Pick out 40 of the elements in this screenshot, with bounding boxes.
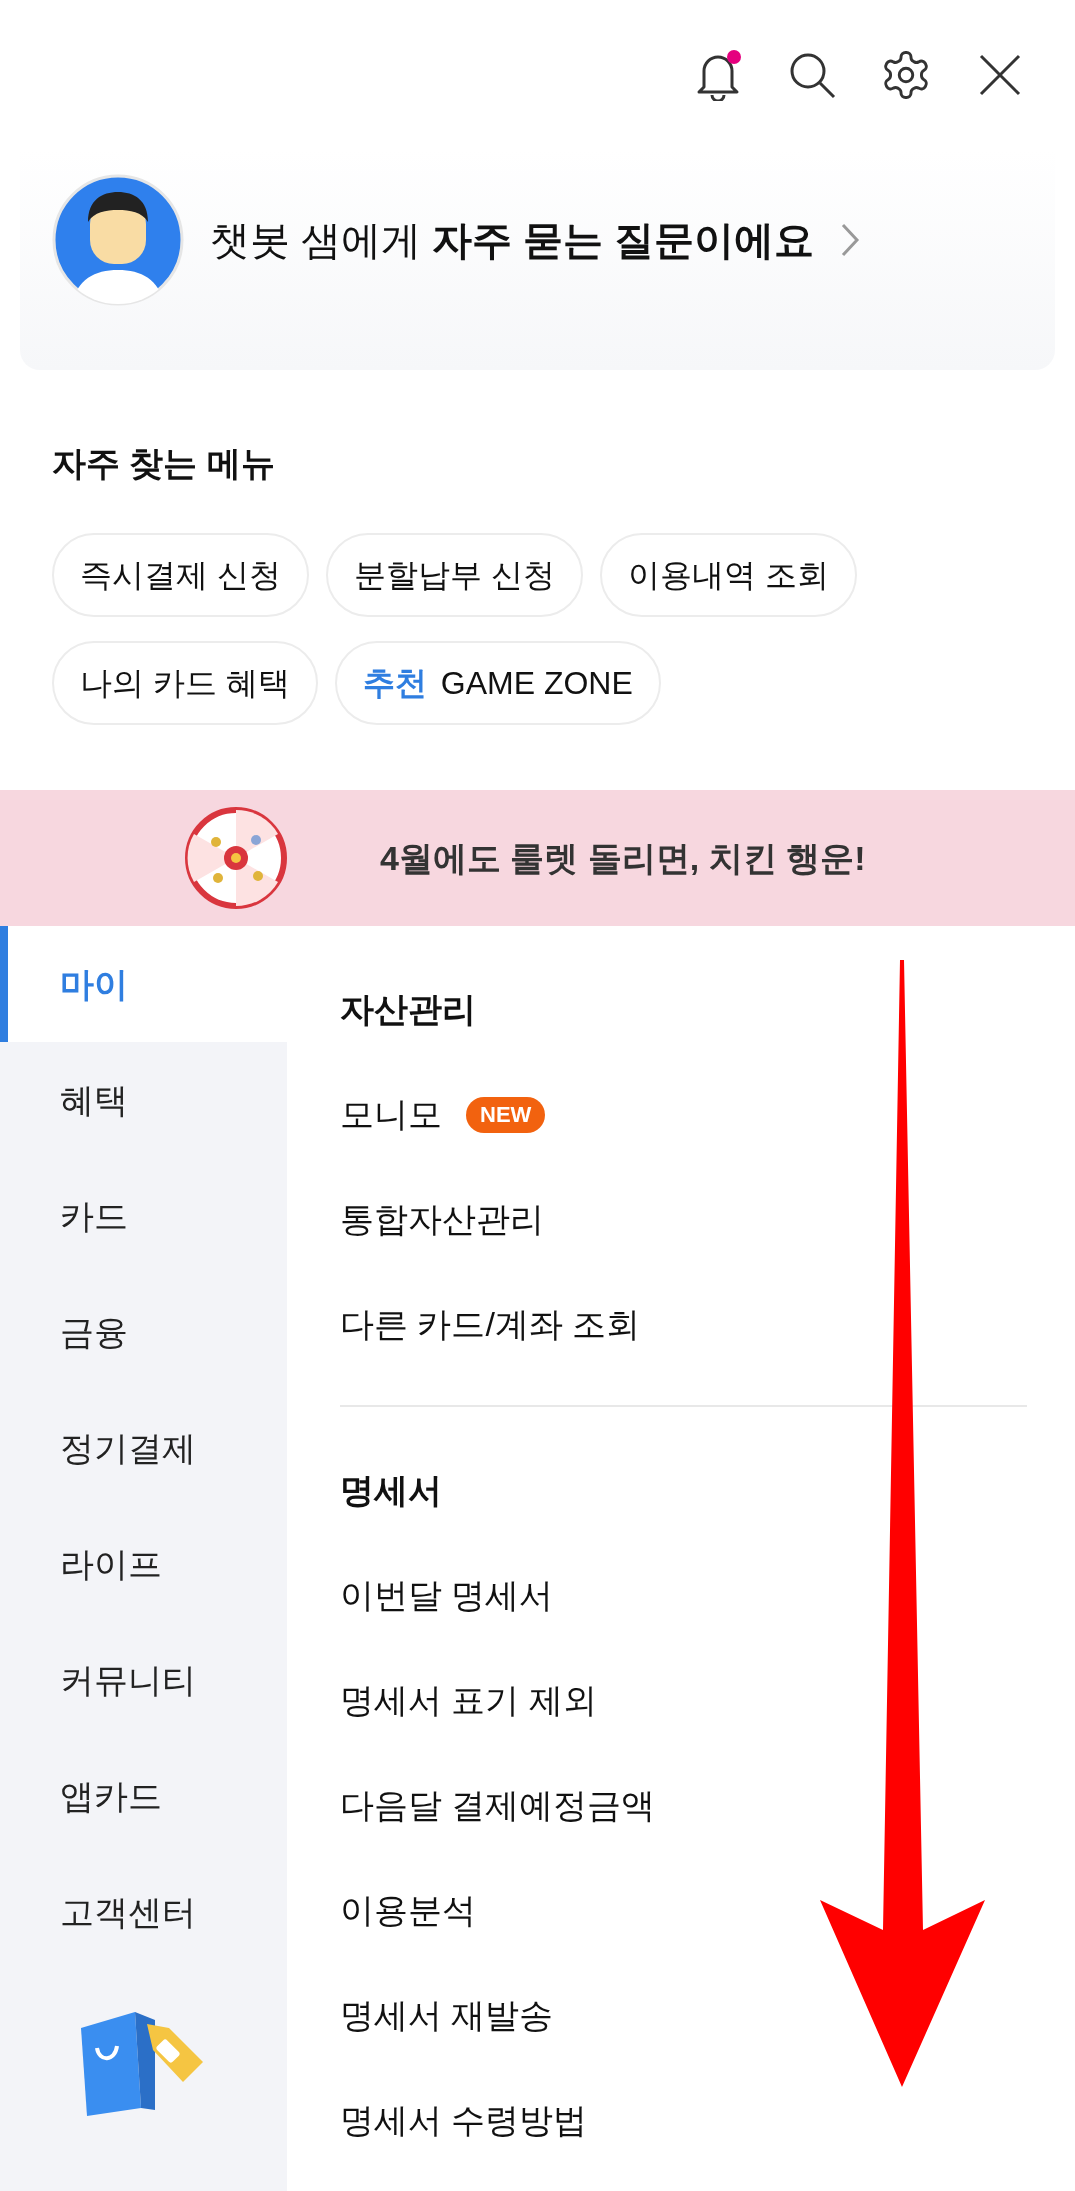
sidebar-item[interactable]: 정기결제 <box>0 1390 287 1506</box>
avatar-icon <box>52 174 184 306</box>
menu-chip[interactable]: 이용내역 조회 <box>599 533 857 617</box>
promo-banner[interactable]: 4월에도 룰렛 돌리면, 치킨 행운! <box>0 790 1075 926</box>
menu-chip[interactable]: 분할납부 신청 <box>325 533 583 617</box>
menu-chip[interactable]: 추천 GAME ZONE <box>334 641 661 725</box>
chip-label: 분할납부 신청 <box>353 556 555 595</box>
menu-link[interactable]: 다른 카드/계좌 조회 <box>340 1299 641 1350</box>
sidebar-item[interactable]: 앱카드 <box>0 1738 287 1854</box>
menu-link[interactable]: 모니모 <box>340 1089 442 1140</box>
sidebar-item[interactable]: 금융 <box>0 1274 287 1390</box>
sidebar-item[interactable]: 혜택 <box>0 1042 287 1158</box>
sidebar-item[interactable]: 카드 <box>0 1158 287 1274</box>
chevron-right-icon <box>840 222 861 258</box>
promo-text: 4월에도 룰렛 돌리면, 치킨 행운! <box>380 837 866 879</box>
menu-chip[interactable]: 나의 카드 혜택 <box>52 641 318 725</box>
recommend-tag: 추천 <box>362 659 427 707</box>
chip-label: 나의 카드 혜택 <box>80 664 290 703</box>
menu-link[interactable]: 명세서 수령방법 <box>340 2095 588 2146</box>
close-icon <box>979 54 1021 96</box>
section-title: 자산관리 <box>340 989 477 1030</box>
roulette-wheel-icon <box>182 804 290 912</box>
menu-link[interactable]: 명세서 표기 제외 <box>340 1675 597 1726</box>
menu-link[interactable]: 통합자산관리 <box>340 1194 544 1245</box>
section-title: 명세서 <box>340 1470 443 1511</box>
chip-label: 이용내역 조회 <box>627 556 829 595</box>
sidebar-item[interactable]: 라이프 <box>0 1506 287 1622</box>
menu-link[interactable]: 이용분석 <box>340 1885 476 1936</box>
chatbot-link-text: 챗봇 샘에게 자주 묻는 질문이에요 <box>210 217 815 264</box>
menu-link[interactable]: 이번달 명세서 <box>340 1570 554 1621</box>
sidebar-item[interactable]: 커뮤니티 <box>0 1622 287 1738</box>
new-badge: NEW <box>466 1096 546 1133</box>
chip-label: GAME ZONE <box>440 664 633 703</box>
menu-link[interactable]: 명세서 재발송 <box>340 1990 554 2041</box>
menu-link[interactable]: 다음달 결제예정금액 <box>340 1780 656 1831</box>
sidebar-item[interactable]: 고객센터 <box>0 1854 287 1970</box>
sidebar-item[interactable]: 마이 <box>0 926 287 1042</box>
section-title: 자주 찾는 메뉴 <box>52 443 276 484</box>
chip-label: 즉시결제 신청 <box>80 556 281 595</box>
menu-chip[interactable]: 즉시결제 신청 <box>52 533 309 617</box>
